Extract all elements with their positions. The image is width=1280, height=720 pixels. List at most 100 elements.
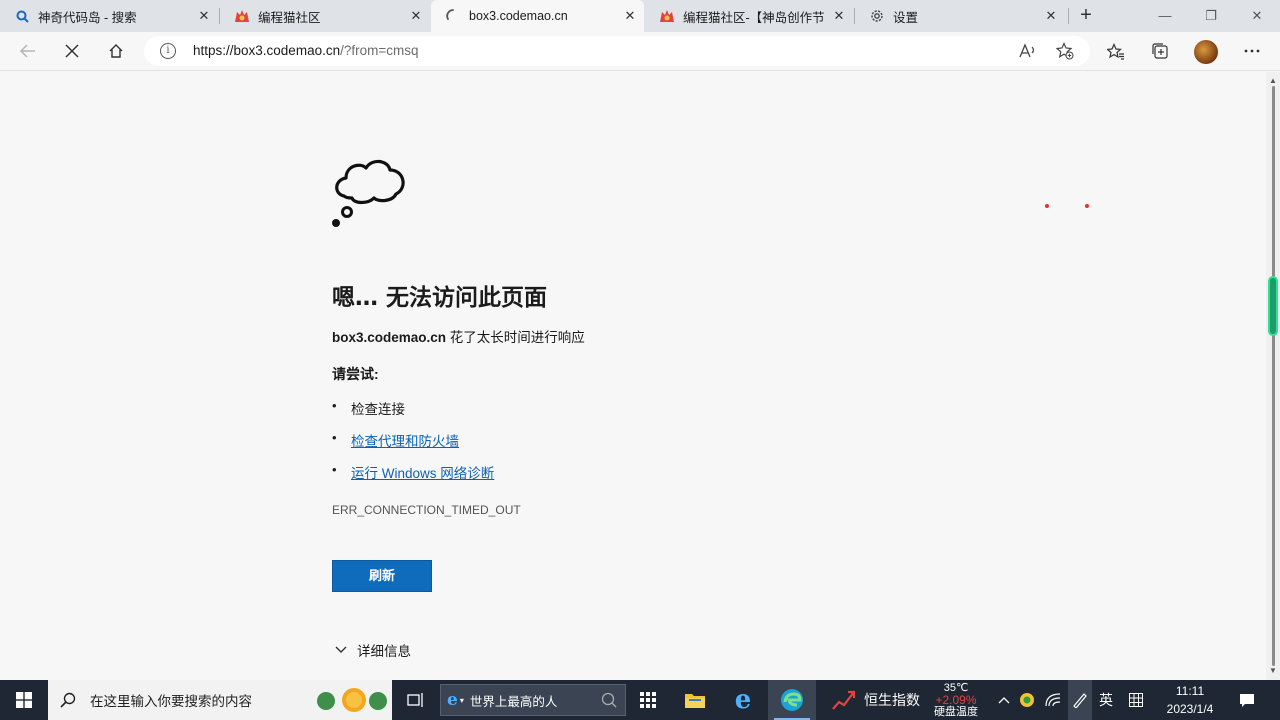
close-icon[interactable]: ✕ bbox=[402, 8, 430, 24]
codemao-logo-icon bbox=[234, 8, 250, 24]
ie-logo-icon: e bbox=[734, 685, 752, 715]
error-message: 花了太长时间进行响应 bbox=[446, 330, 585, 345]
dropdown-arrow-icon: ▾ bbox=[459, 695, 464, 705]
ie-button[interactable]: e bbox=[722, 680, 764, 720]
pen-icon[interactable] bbox=[1068, 680, 1092, 720]
check-proxy-firewall-link[interactable]: 检查代理和防火墙 bbox=[351, 434, 459, 449]
ime-language-indicator[interactable]: 英 bbox=[1094, 680, 1118, 720]
browser-toolbar: i https://box3.codemao.cn/?from=cmsq bbox=[0, 32, 1280, 71]
home-icon bbox=[109, 44, 123, 58]
close-icon[interactable]: ✕ bbox=[190, 8, 218, 24]
clock-date: 2023/1/4 bbox=[1166, 702, 1214, 716]
tab-codemao[interactable]: 编程猫社区 ✕ bbox=[220, 0, 430, 32]
task-view-button[interactable] bbox=[396, 680, 436, 720]
tab-codemao-event[interactable]: 编程猫社区-【神岛创作节】 ✕ bbox=[645, 0, 853, 32]
network-icon[interactable] bbox=[1042, 680, 1064, 720]
temperature-widget[interactable]: 35℃ +2.09% 硬盘温度 bbox=[928, 680, 984, 720]
more-dots-icon bbox=[1244, 49, 1260, 53]
chevron-down-icon bbox=[335, 646, 347, 653]
tab-title: 编程猫社区-【神岛创作节】 bbox=[683, 10, 825, 25]
read-aloud-icon[interactable] bbox=[1016, 40, 1040, 62]
clock-time: 11:11 bbox=[1175, 684, 1205, 698]
add-favorite-icon[interactable] bbox=[1053, 40, 1077, 62]
tray-app-icon[interactable] bbox=[1016, 680, 1038, 720]
decorative-dot bbox=[1045, 204, 1049, 208]
ie-search-box[interactable]: e ▾ 世界上最高的人 bbox=[440, 684, 626, 716]
stop-loading-button[interactable] bbox=[56, 36, 88, 66]
edge-button[interactable] bbox=[768, 680, 816, 720]
network-diagnostics-link[interactable]: 运行 Windows 网络诊断 bbox=[351, 466, 494, 481]
error-description: box3.codemao.cn 花了太长时间进行响应 bbox=[332, 326, 585, 346]
restore-button[interactable]: ❐ bbox=[1188, 0, 1234, 32]
scroll-down-icon[interactable]: ▼ bbox=[1269, 666, 1277, 675]
tab-search[interactable]: 神奇代码岛 - 搜索 ✕ bbox=[0, 0, 218, 32]
scroll-up-icon[interactable]: ▲ bbox=[1269, 76, 1277, 85]
avatar[interactable] bbox=[1194, 40, 1218, 64]
scrollbar-thumb[interactable] bbox=[1268, 276, 1278, 336]
stock-label: 恒生指数 bbox=[864, 692, 920, 708]
close-icon[interactable]: ✕ bbox=[825, 8, 853, 24]
list-item: 检查连接 bbox=[332, 398, 494, 430]
suggestions-list: 检查连接 检查代理和防火墙 运行 Windows 网络诊断 bbox=[332, 398, 494, 494]
back-button[interactable] bbox=[12, 36, 44, 66]
task-view-icon bbox=[407, 693, 423, 707]
url-path: /?from=cmsq bbox=[340, 43, 419, 58]
details-label: 详细信息 bbox=[357, 644, 411, 659]
taskbar-search-input[interactable]: 在这里输入你要搜索的内容 bbox=[48, 680, 392, 720]
tab-title: 神奇代码岛 - 搜索 bbox=[38, 10, 137, 25]
collections-icon bbox=[1152, 43, 1168, 59]
decorative-dot bbox=[1085, 204, 1089, 208]
favorites-button[interactable] bbox=[1100, 36, 1132, 66]
tab-title: box3.codemao.cn bbox=[469, 9, 568, 23]
error-heading: 嗯… 无法访问此页面 bbox=[332, 285, 548, 311]
codemao-logo-icon bbox=[659, 8, 675, 24]
search-placeholder: 在这里输入你要搜索的内容 bbox=[90, 694, 252, 709]
keyboard-grid-icon[interactable] bbox=[1124, 680, 1148, 720]
home-button[interactable] bbox=[100, 36, 132, 66]
check-connection-text: 检查连接 bbox=[351, 402, 405, 417]
close-icon[interactable]: ✕ bbox=[1037, 8, 1065, 24]
weather-highlight-icon bbox=[317, 688, 387, 712]
app-grid-button[interactable] bbox=[628, 680, 668, 720]
file-explorer-button[interactable] bbox=[674, 680, 716, 720]
stock-chart-icon bbox=[832, 690, 856, 710]
url-host: https://box3.codemao.cn bbox=[193, 43, 341, 58]
app-grid-icon bbox=[640, 692, 656, 708]
close-icon[interactable]: ✕ bbox=[616, 8, 644, 24]
tab-box3-active[interactable]: box3.codemao.cn ✕ bbox=[431, 0, 644, 32]
address-bar[interactable]: i https://box3.codemao.cn/?from=cmsq bbox=[144, 36, 1090, 66]
back-arrow-icon bbox=[20, 44, 35, 58]
temperature-label: 硬盘温度 bbox=[934, 706, 978, 718]
url-text[interactable]: https://box3.codemao.cn/?from=cmsq bbox=[193, 43, 419, 58]
stock-widget[interactable]: 恒生指数 bbox=[832, 680, 928, 720]
details-toggle[interactable]: 详细信息 bbox=[335, 640, 411, 660]
error-page: 嗯… 无法访问此页面 box3.codemao.cn 花了太长时间进行响应 请尝… bbox=[0, 72, 1266, 680]
notifications-button[interactable] bbox=[1232, 680, 1262, 720]
windows-logo-icon bbox=[16, 692, 32, 708]
ie-search-text: 世界上最高的人 bbox=[469, 694, 558, 709]
collections-button[interactable] bbox=[1144, 36, 1176, 66]
tab-settings[interactable]: 设置 ✕ bbox=[855, 0, 1065, 32]
page-scrollbar[interactable]: ▲ ▼ bbox=[1266, 72, 1280, 680]
settings-more-button[interactable] bbox=[1236, 36, 1268, 66]
tab-divider bbox=[1068, 8, 1069, 24]
error-host: box3.codemao.cn bbox=[332, 330, 447, 345]
tab-strip: 神奇代码岛 - 搜索 ✕ 编程猫社区 ✕ box3.codemao.cn ✕ 编… bbox=[0, 0, 1280, 32]
search-icon bbox=[14, 8, 30, 24]
search-icon bbox=[601, 692, 617, 708]
tab-title: 编程猫社区 bbox=[258, 10, 321, 25]
minimize-button[interactable]: — bbox=[1142, 0, 1188, 32]
search-icon bbox=[60, 692, 76, 708]
ie-logo-icon: e bbox=[447, 690, 458, 710]
refresh-button[interactable]: 刷新 bbox=[332, 560, 432, 592]
new-tab-button[interactable]: + bbox=[1072, 4, 1100, 28]
site-info-icon[interactable]: i bbox=[160, 43, 176, 59]
window-close-button[interactable]: ✕ bbox=[1234, 0, 1280, 32]
ime-label: 英 bbox=[1099, 692, 1113, 708]
notification-icon bbox=[1240, 693, 1254, 707]
start-button[interactable] bbox=[0, 680, 48, 720]
chevron-up-icon[interactable] bbox=[994, 680, 1014, 720]
tab-title: 设置 bbox=[893, 10, 919, 25]
scrollbar-track[interactable] bbox=[1272, 86, 1275, 666]
system-clock[interactable]: 11:11 2023/1/4 bbox=[1158, 682, 1222, 718]
